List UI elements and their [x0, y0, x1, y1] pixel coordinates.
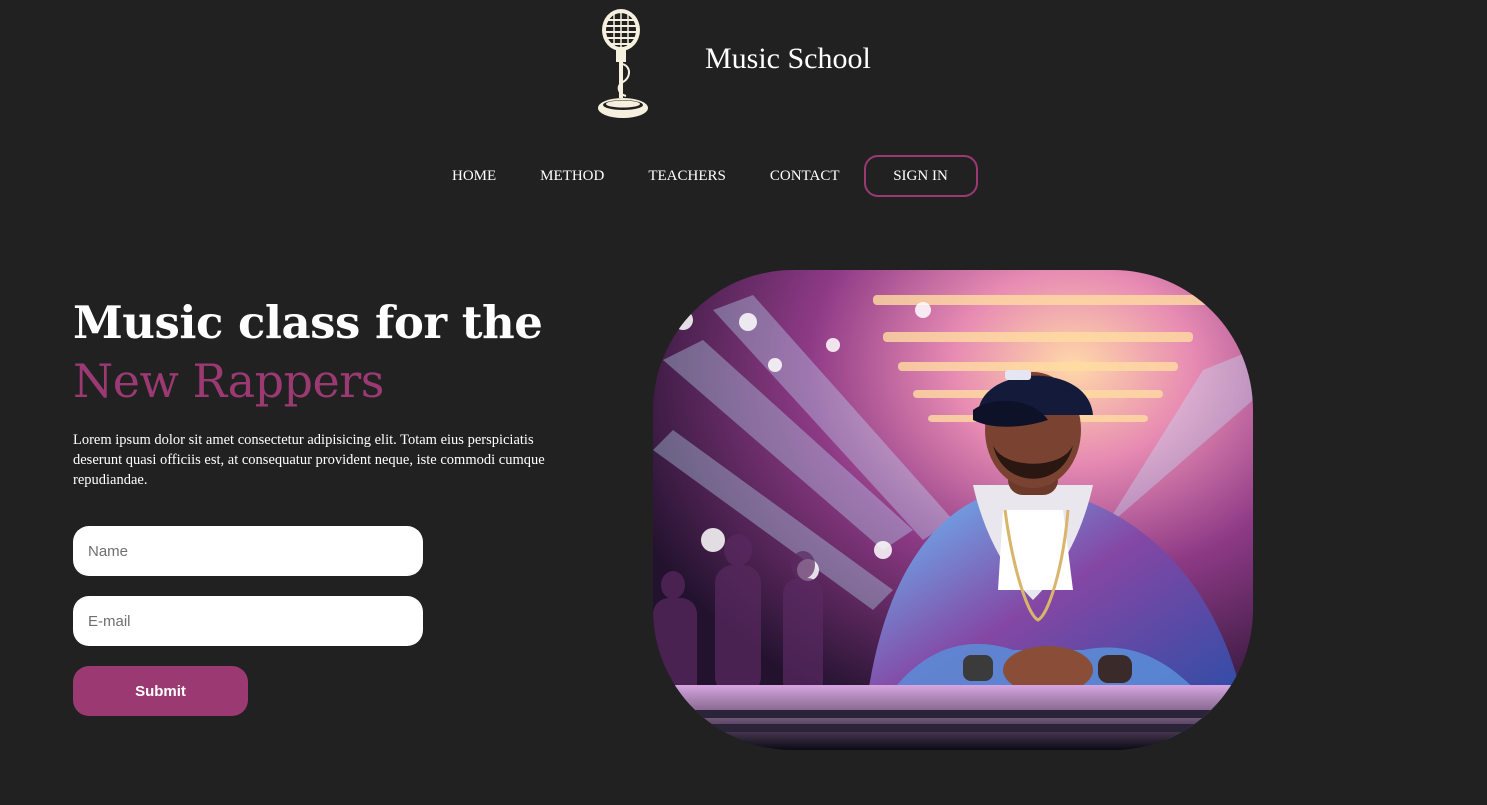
nav-method[interactable]: METHOD	[540, 168, 604, 185]
hero-image	[653, 270, 1253, 750]
name-field[interactable]	[73, 526, 423, 576]
hero-title-line2: New Rappers	[73, 354, 384, 408]
email-field[interactable]	[73, 596, 423, 646]
hero-description: Lorem ipsum dolor sit amet consectetur a…	[73, 432, 545, 488]
brand-name: Music School	[705, 42, 871, 75]
hero-title: Music class for the New Rappers	[73, 294, 543, 410]
submit-button[interactable]: Submit	[73, 666, 248, 716]
nav-teachers[interactable]: TEACHERS	[648, 168, 726, 185]
rapper-photo	[653, 270, 1253, 750]
microphone-icon[interactable]	[590, 6, 656, 122]
nav-contact[interactable]: CONTACT	[770, 168, 840, 185]
sign-in-button[interactable]: SIGN IN	[863, 155, 978, 197]
main-nav: HOME METHOD TEACHERS CONTACT SIGN IN	[452, 155, 978, 197]
hero-title-line1: Music class for the	[73, 296, 543, 349]
nav-home[interactable]: HOME	[452, 168, 496, 185]
